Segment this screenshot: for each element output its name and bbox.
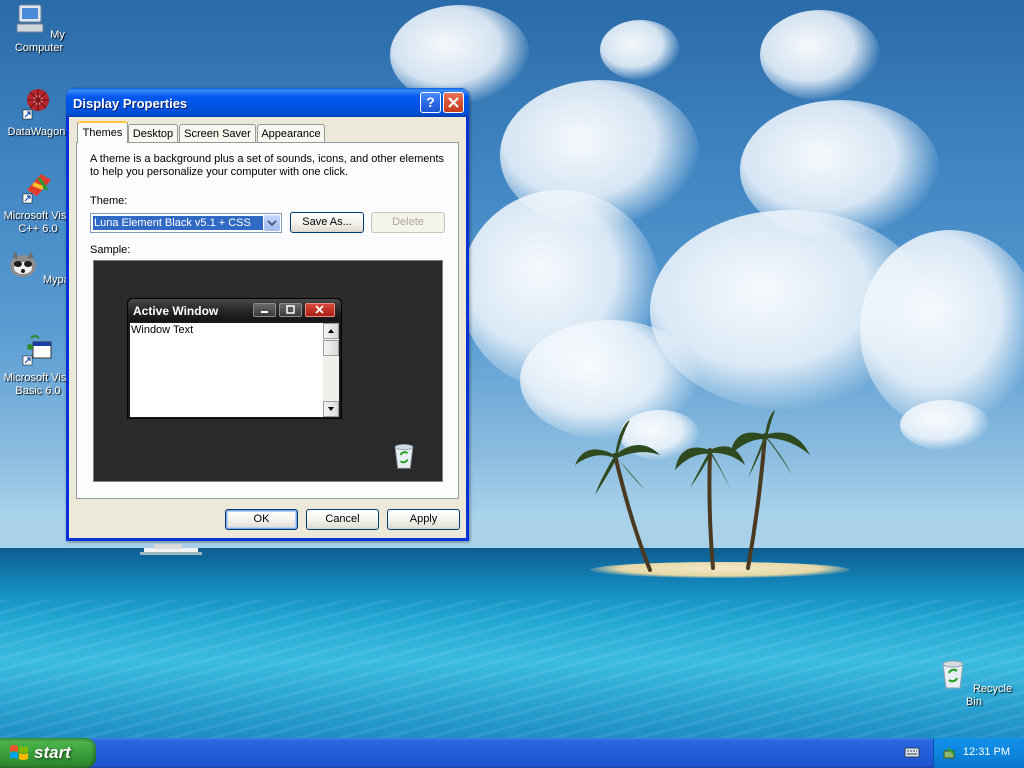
- chevron-down-icon: [328, 407, 334, 411]
- sample-minimize-button: [253, 303, 276, 317]
- help-button[interactable]: ?: [420, 92, 441, 113]
- sample-maximize-button: [279, 303, 302, 317]
- system-tray: 12:31 PM: [933, 738, 1024, 768]
- themes-description: A theme is a background plus a set of so…: [90, 153, 445, 178]
- desktop-icon-label: DataWagon.: [7, 126, 69, 138]
- safely-remove-hardware-icon[interactable]: [942, 745, 958, 761]
- help-icon: ?: [426, 94, 435, 110]
- sample-label: Sample:: [90, 244, 131, 256]
- datawagon-icon: [22, 89, 49, 120]
- wallpaper-cloud: [900, 400, 990, 450]
- tab-appearance[interactable]: Appearance: [257, 124, 325, 142]
- tab-desktop[interactable]: Desktop: [128, 124, 178, 142]
- theme-dropdown[interactable]: Luna Element Black v5.1 + CSS: [90, 213, 282, 233]
- sample-window-title: Active Window: [133, 304, 219, 318]
- dropdown-button[interactable]: [264, 215, 280, 231]
- display-properties-window: Display Properties ? Themes Desktop Scre…: [66, 88, 469, 541]
- wallpaper-palm-trees: [575, 410, 810, 572]
- window-titlebar[interactable]: Display Properties ?: [66, 88, 469, 117]
- scroll-up-button: [323, 323, 339, 339]
- themes-tab-panel: A theme is a background plus a set of so…: [76, 142, 459, 499]
- sample-window-titlebar: Active Window: [128, 299, 341, 321]
- close-icon: [315, 305, 324, 314]
- close-icon: [448, 97, 459, 108]
- delete-button[interactable]: Delete: [371, 212, 445, 233]
- cancel-button[interactable]: Cancel: [306, 509, 379, 530]
- recycle-bin-icon: [394, 443, 414, 469]
- theme-dropdown-value: Luna Element Black v5.1 + CSS: [93, 216, 263, 230]
- sample-window-text: Window Text: [131, 324, 194, 336]
- sample-scrollbar: [323, 323, 339, 417]
- tab-themes[interactable]: Themes: [77, 121, 128, 143]
- minimize-icon: [261, 311, 268, 313]
- recycle-bin-icon: [942, 660, 964, 689]
- desktop-icon-recycle-bin[interactable]: Recycle Bin: [935, 656, 1013, 709]
- desktop-icon-label: Microsoft Visu C++ 6.0: [3, 210, 73, 235]
- sample-close-button: [305, 303, 335, 317]
- keyboard-language-icon[interactable]: [904, 745, 920, 759]
- window-title: Display Properties: [73, 96, 188, 111]
- start-label: start: [34, 743, 71, 762]
- sample-active-window: Active Window Window Text: [127, 298, 342, 419]
- maximize-icon: [286, 305, 295, 314]
- wallpaper-sea-texture: [0, 600, 1024, 738]
- apply-button[interactable]: Apply: [387, 509, 460, 530]
- mypal-browser-icon: [9, 251, 36, 277]
- taskbar: start 12:31 PM: [0, 738, 1024, 768]
- chevron-up-icon: [328, 329, 334, 333]
- theme-sample-preview: Active Window Window Text: [93, 260, 443, 482]
- wallpaper-cloud: [760, 10, 880, 100]
- scroll-thumb: [323, 340, 339, 356]
- theme-label: Theme:: [90, 195, 128, 207]
- window-body: Themes Desktop Screen Saver Appearance A…: [69, 117, 466, 538]
- close-button[interactable]: [443, 92, 464, 113]
- sample-window-client: Window Text: [130, 323, 339, 417]
- tab-screen-saver[interactable]: Screen Saver: [179, 124, 256, 142]
- chevron-down-icon: [267, 220, 277, 227]
- visual-cpp-icon: [22, 174, 51, 204]
- visual-basic-icon: [22, 335, 52, 366]
- save-as-button[interactable]: Save As...: [290, 212, 364, 233]
- start-button[interactable]: start: [0, 738, 96, 768]
- my-computer-icon: [16, 4, 44, 33]
- desktop-icon-label: Microsoft Visu Basic 6.0: [3, 372, 73, 397]
- scroll-down-button: [323, 401, 339, 417]
- clock[interactable]: 12:31 PM: [963, 746, 1010, 758]
- desktop-icon-label: Recycle Bin: [966, 683, 1013, 708]
- desktop-icon-my-computer[interactable]: My Computer: [0, 2, 78, 55]
- ok-button[interactable]: OK: [225, 509, 298, 530]
- windows-logo-icon: [10, 745, 28, 760]
- wallpaper-cloud: [600, 20, 680, 80]
- wallpaper-boat: [140, 544, 202, 555]
